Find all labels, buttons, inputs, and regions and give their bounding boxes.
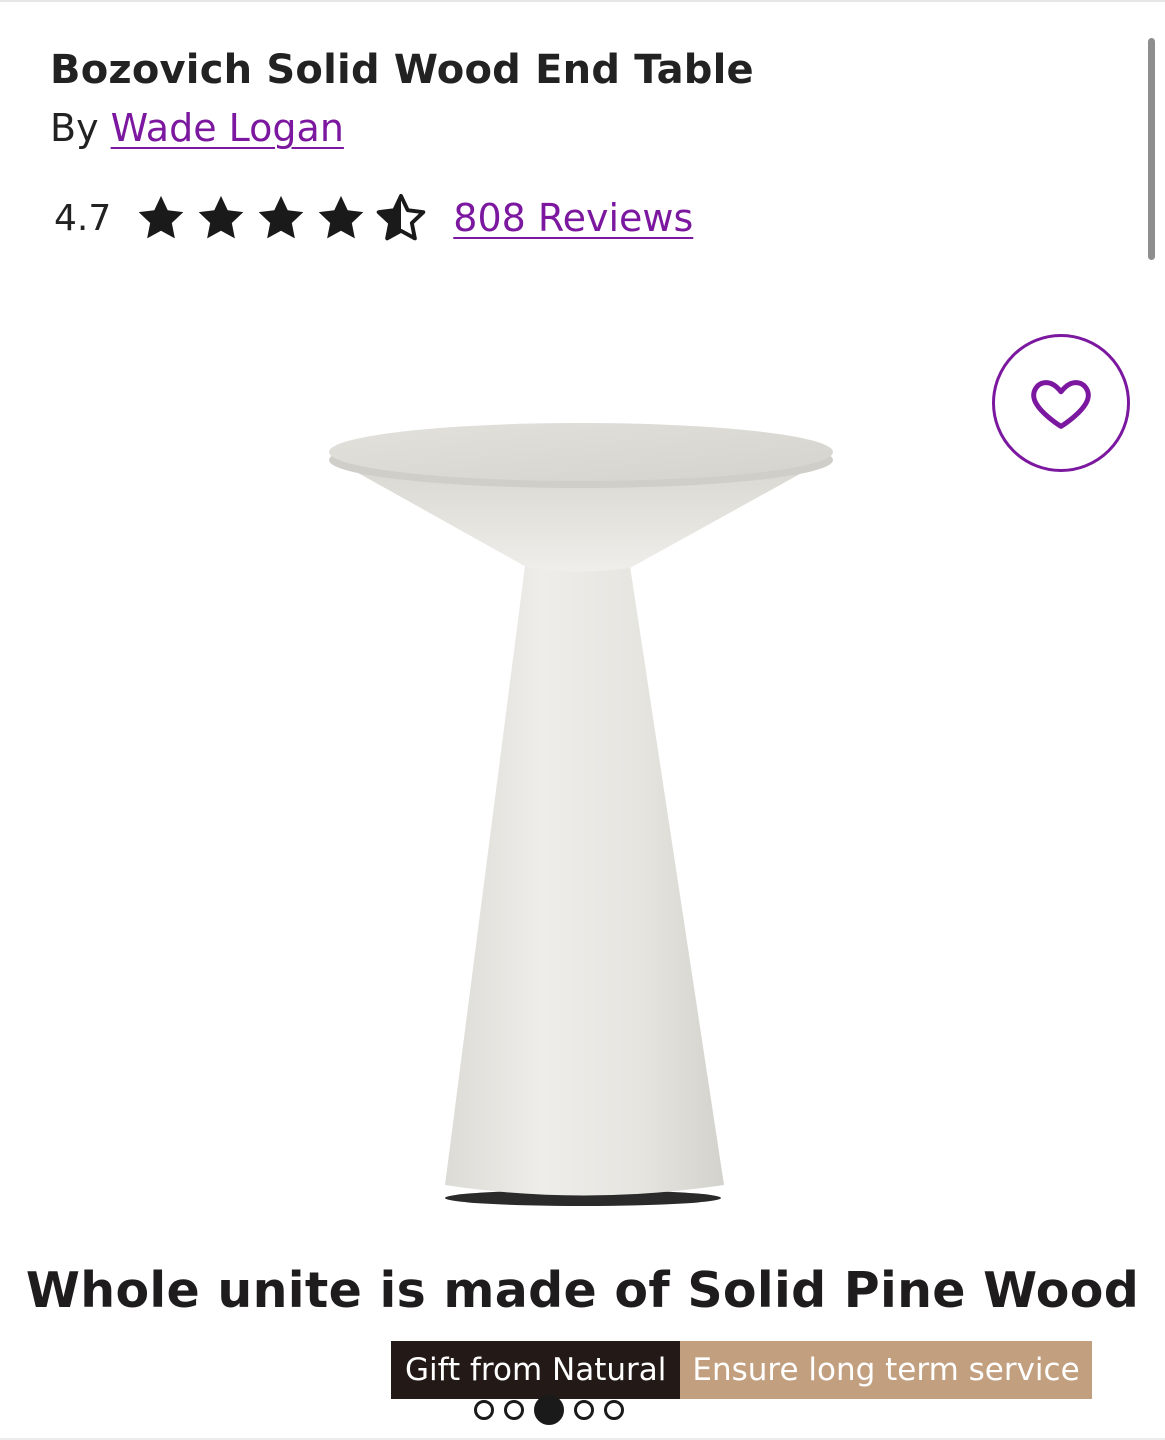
carousel-dot[interactable]	[474, 1400, 494, 1420]
star-full-icon	[255, 192, 307, 244]
carousel-dot[interactable]	[504, 1400, 524, 1420]
star-half-icon	[375, 192, 427, 244]
product-title: Bozovich Solid Wood End Table	[50, 46, 754, 93]
tag-right: Ensure long term service	[680, 1341, 1092, 1399]
carousel-dot-active[interactable]	[534, 1395, 564, 1425]
image-headline: Whole unite is made of Solid Pine Wood	[25, 1262, 1140, 1319]
image-tag-strip: Gift from Natural Ensure long term servi…	[391, 1341, 1092, 1399]
tag-left: Gift from Natural	[391, 1341, 681, 1399]
star-full-icon	[135, 192, 187, 244]
reviews-link[interactable]: 808 Reviews	[453, 196, 693, 240]
rating-value: 4.7	[54, 197, 112, 239]
heart-outline-icon	[1028, 370, 1094, 436]
brand-link[interactable]: Wade Logan	[111, 106, 344, 150]
rating-row: 4.7 808 Reviews	[54, 192, 693, 244]
product-page: Bozovich Solid Wood End Table By Wade Lo…	[0, 0, 1165, 1440]
carousel-dots	[474, 1395, 624, 1425]
carousel-dot[interactable]	[574, 1400, 594, 1420]
carousel-dot[interactable]	[604, 1400, 624, 1420]
star-full-icon	[315, 192, 367, 244]
top-divider	[0, 0, 1165, 2]
product-image[interactable]	[300, 380, 860, 1220]
wishlist-button[interactable]	[992, 334, 1130, 472]
by-prefix: By	[50, 106, 99, 150]
star-rating	[135, 192, 427, 244]
brand-line: By Wade Logan	[50, 106, 344, 150]
star-full-icon	[195, 192, 247, 244]
scrollbar[interactable]	[1148, 38, 1155, 260]
